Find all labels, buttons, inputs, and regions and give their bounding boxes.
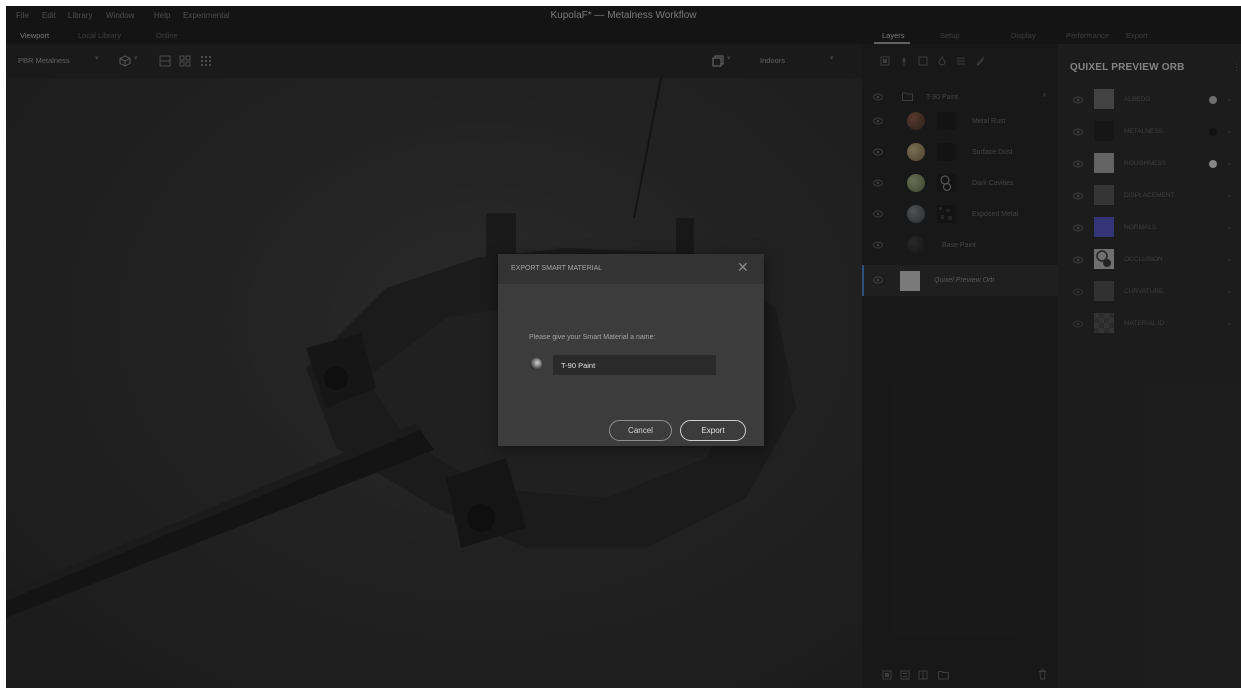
dialog-title: EXPORT SMART MATERIAL (511, 265, 603, 272)
cancel-button[interactable]: Cancel (609, 420, 672, 441)
close-icon[interactable]: ✕ (737, 260, 749, 274)
dialog-prompt: Please give your Smart Material a name: (529, 334, 656, 341)
export-smart-material-dialog: EXPORT SMART MATERIAL ✕ Please give your… (498, 254, 764, 446)
app-window: File Edit Library Window Help Experiment… (6, 6, 1241, 688)
dialog-header: EXPORT SMART MATERIAL ✕ (498, 254, 764, 284)
export-button[interactable]: Export (680, 420, 746, 441)
material-preview-icon (530, 358, 542, 370)
material-name-input[interactable] (553, 355, 716, 375)
